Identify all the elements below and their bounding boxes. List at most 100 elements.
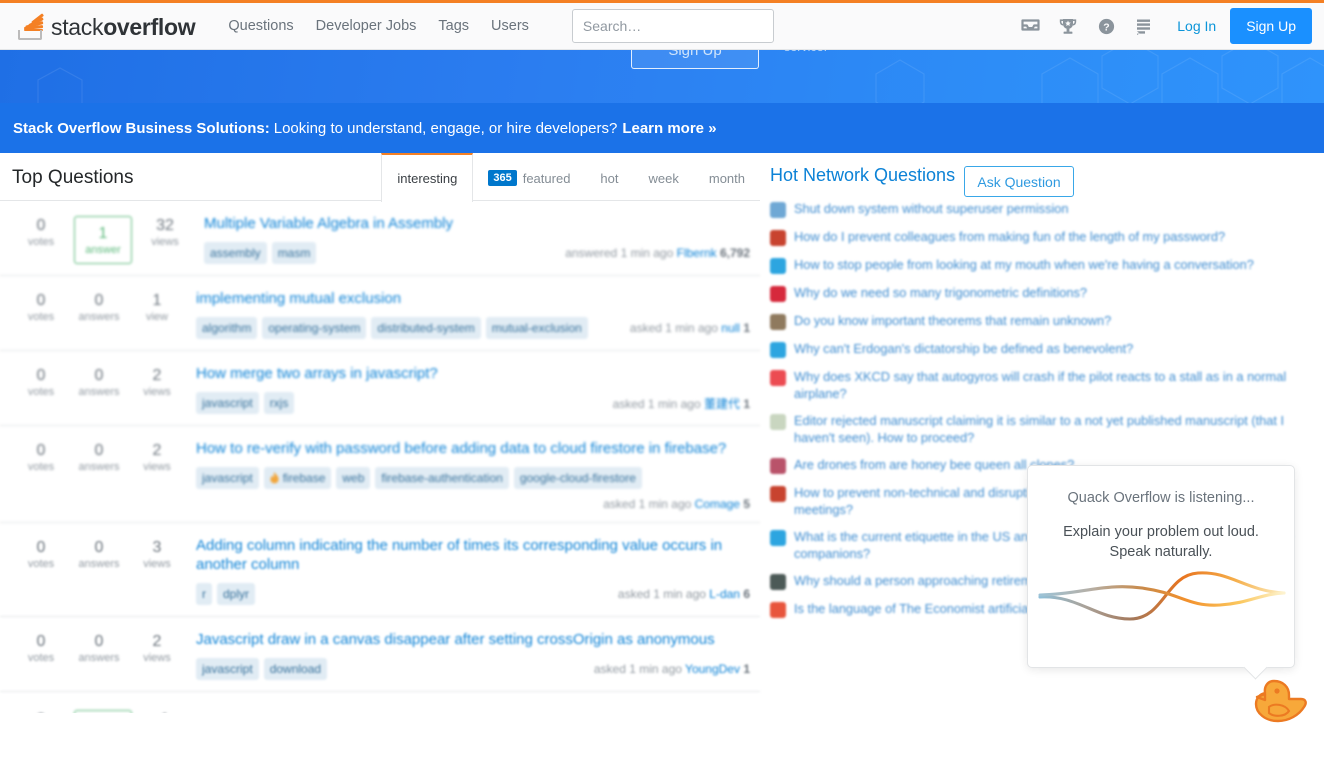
tag-firebase[interactable]: firebase <box>263 467 332 489</box>
votes-stat-value: 0 <box>36 442 46 459</box>
answers-stat-value: 0 <box>94 442 104 459</box>
hot-question-link[interactable]: Editor rejected manuscript claiming it i… <box>794 412 1300 446</box>
stack-overflow-logo[interactable]: stackoverflow <box>18 12 196 40</box>
tag-download[interactable]: download <box>263 658 328 680</box>
inbox-icon[interactable] <box>1011 7 1049 45</box>
hot-question-link[interactable]: Shut down system without superuser permi… <box>794 200 1069 217</box>
hot-question-item[interactable]: Why do we need so many trigonometric def… <box>760 284 1324 312</box>
views-stat-value: 2 <box>152 633 162 650</box>
hot-question-link[interactable]: Why do we need so many trigonometric def… <box>794 284 1087 301</box>
hot-question-item[interactable]: Why can't Erdogan's dictatorship be defi… <box>760 340 1324 368</box>
tag-javascript[interactable]: javascript <box>196 467 259 489</box>
question-row[interactable]: 0 votes 1 answer 32 views Multiple Variable Al… <box>0 201 760 276</box>
tag-javascript[interactable]: javascript <box>196 392 259 414</box>
nav-item-developer-jobs[interactable]: Developer Jobs <box>305 3 428 50</box>
views-stat-value: 1 <box>152 292 162 309</box>
tab-month-label: month <box>708 170 745 186</box>
question-title-link[interactable]: How to re-verify with password before ad… <box>196 439 750 458</box>
tag-distributed-system[interactable]: distributed-system <box>371 317 481 339</box>
hero-signup-button[interactable]: Sign Up <box>631 50 759 69</box>
hot-question-item[interactable]: Why does XKCD say that autogyros will cr… <box>760 368 1324 412</box>
tab-hot[interactable]: hot <box>585 153 633 201</box>
question-row[interactable]: 0 votes 0 answers 2 views How merge two arrays… <box>0 351 760 426</box>
nav-item-tags[interactable]: Tags <box>427 3 480 50</box>
question-footer: r dplyr asked 1 min ago L-dan 6 <box>196 583 750 605</box>
tag-firebase-authentication[interactable]: firebase-authentication <box>375 467 509 489</box>
hot-question-item[interactable]: Editor rejected manuscript claiming it i… <box>760 412 1324 456</box>
site-switcher-icon[interactable] <box>1125 7 1163 45</box>
stack-overflow-logo-icon <box>18 12 44 40</box>
question-author[interactable]: Flbernk <box>677 246 717 260</box>
question-stats: 0 votes 0 answers 2 views <box>12 630 186 680</box>
tag-assembly[interactable]: assembly <box>204 242 267 264</box>
question-author[interactable]: Comage <box>695 497 740 511</box>
search-input[interactable] <box>571 9 774 43</box>
tag-list: javascript firebase web firebase-authentica… <box>196 467 642 489</box>
tag-web[interactable]: web <box>336 467 371 489</box>
question-title-link[interactable]: implementing mutual exclusion <box>196 289 750 308</box>
hot-question-link[interactable]: Why can't Erdogan's dictatorship be defi… <box>794 340 1133 357</box>
question-meta-row: asked 1 min ago Comage 5 <box>196 497 750 511</box>
nav-item-questions[interactable]: Questions <box>217 3 304 50</box>
hot-question-link[interactable]: How do I prevent colleagues from making … <box>794 228 1225 245</box>
trophy-icon[interactable] <box>1049 7 1087 45</box>
question-activity: asked 1 min ago <box>593 662 686 676</box>
site-badge-icon <box>770 342 786 358</box>
tag-operating-system[interactable]: operating-system <box>262 317 367 339</box>
tab-featured-label: featured <box>522 170 571 186</box>
question-author[interactable]: YoungDev <box>685 662 740 676</box>
hot-question-item[interactable]: How to stop people from looking at my mo… <box>760 256 1324 284</box>
ask-question-button[interactable]: Ask Question <box>964 166 1074 197</box>
hot-question-link[interactable]: Why does XKCD say that autogyros will cr… <box>794 368 1300 402</box>
question-title-link[interactable]: Adding column indicating the number of t… <box>196 536 750 574</box>
voice-waveform <box>1038 571 1286 621</box>
tag-label: firebase <box>282 471 326 485</box>
answers-stat-label: answers <box>78 652 120 664</box>
question-row[interactable]: 0 votes 0 answers 1 view implementing mutual e… <box>0 276 760 351</box>
question-title-link[interactable]: Javascript draw in a canvas disappear af… <box>196 630 750 649</box>
question-author[interactable]: null <box>721 321 740 335</box>
hot-question-link[interactable]: Do you know important theorems that rema… <box>794 312 1111 329</box>
question-footer: javascript rxjs asked 1 min ago 董建代 1 <box>196 392 750 414</box>
signup-button[interactable]: Sign Up <box>1230 8 1312 44</box>
views-stat-label: view <box>145 311 168 323</box>
tab-month[interactable]: month <box>694 153 760 201</box>
tag-mutual-exclusion[interactable]: mutual-exclusion <box>485 317 588 339</box>
login-link[interactable]: Log In <box>1163 18 1230 34</box>
tag-r[interactable]: r <box>196 583 212 605</box>
question-row[interactable]: 0 votes 0 answers 2 views How to re-verify wit… <box>0 426 760 523</box>
question-activity: asked 1 min ago <box>612 396 704 411</box>
nav-item-users[interactable]: Users <box>480 3 540 50</box>
question-meta: asked 1 min ago YoungDev 1 <box>582 662 750 676</box>
tag-dplyr[interactable]: dplyr <box>217 583 256 605</box>
question-row-partial[interactable]: 0 0 1 <box>0 695 760 713</box>
views-stat-label: views <box>151 236 179 248</box>
banner-learn-more-link[interactable]: Learn more » <box>622 120 716 137</box>
question-title-link[interactable]: Multiple Variable Algebra in Assembly <box>204 214 750 233</box>
hot-question-item[interactable]: Do you know important theorems that rema… <box>760 312 1324 340</box>
votes-stat-label: votes <box>27 652 55 664</box>
question-row[interactable]: 0 votes 0 answers 2 views Javascript draw in a… <box>0 617 760 692</box>
question-row[interactable]: 0 votes 0 answers 3 views Adding column indica… <box>0 523 760 617</box>
answers-stat-label: answers <box>78 558 120 570</box>
rubber-duck-icon[interactable] <box>1249 673 1311 729</box>
tag-google-cloud-firestore[interactable]: google-cloud-firestore <box>513 467 642 489</box>
tag-list: r dplyr <box>196 583 256 605</box>
help-icon[interactable]: ? <box>1087 7 1125 45</box>
tab-week[interactable]: week <box>634 153 694 201</box>
tag-label: r <box>202 587 206 601</box>
tag-rxjs[interactable]: rxjs <box>263 392 295 414</box>
hot-question-link[interactable]: How to stop people from looking at my mo… <box>794 256 1254 273</box>
hot-question-item[interactable]: How do I prevent colleagues from making … <box>760 228 1324 256</box>
tag-algorithm[interactable]: algorithm <box>196 317 258 339</box>
hot-question-item[interactable]: Shut down system without superuser permi… <box>760 200 1324 228</box>
tab-featured[interactable]: 365 featured <box>473 153 585 201</box>
question-author[interactable]: L-dan <box>709 587 740 601</box>
question-body: Adding column indicating the number of t… <box>186 536 750 605</box>
tab-interesting[interactable]: interesting <box>381 153 474 202</box>
tag-masm[interactable]: masm <box>271 242 317 264</box>
tag-label: firebase-authentication <box>381 471 503 485</box>
question-author[interactable]: 董建代 <box>704 397 740 411</box>
tag-javascript[interactable]: javascript <box>196 658 259 680</box>
question-title-link[interactable]: How merge two arrays in javascript? <box>196 364 750 383</box>
